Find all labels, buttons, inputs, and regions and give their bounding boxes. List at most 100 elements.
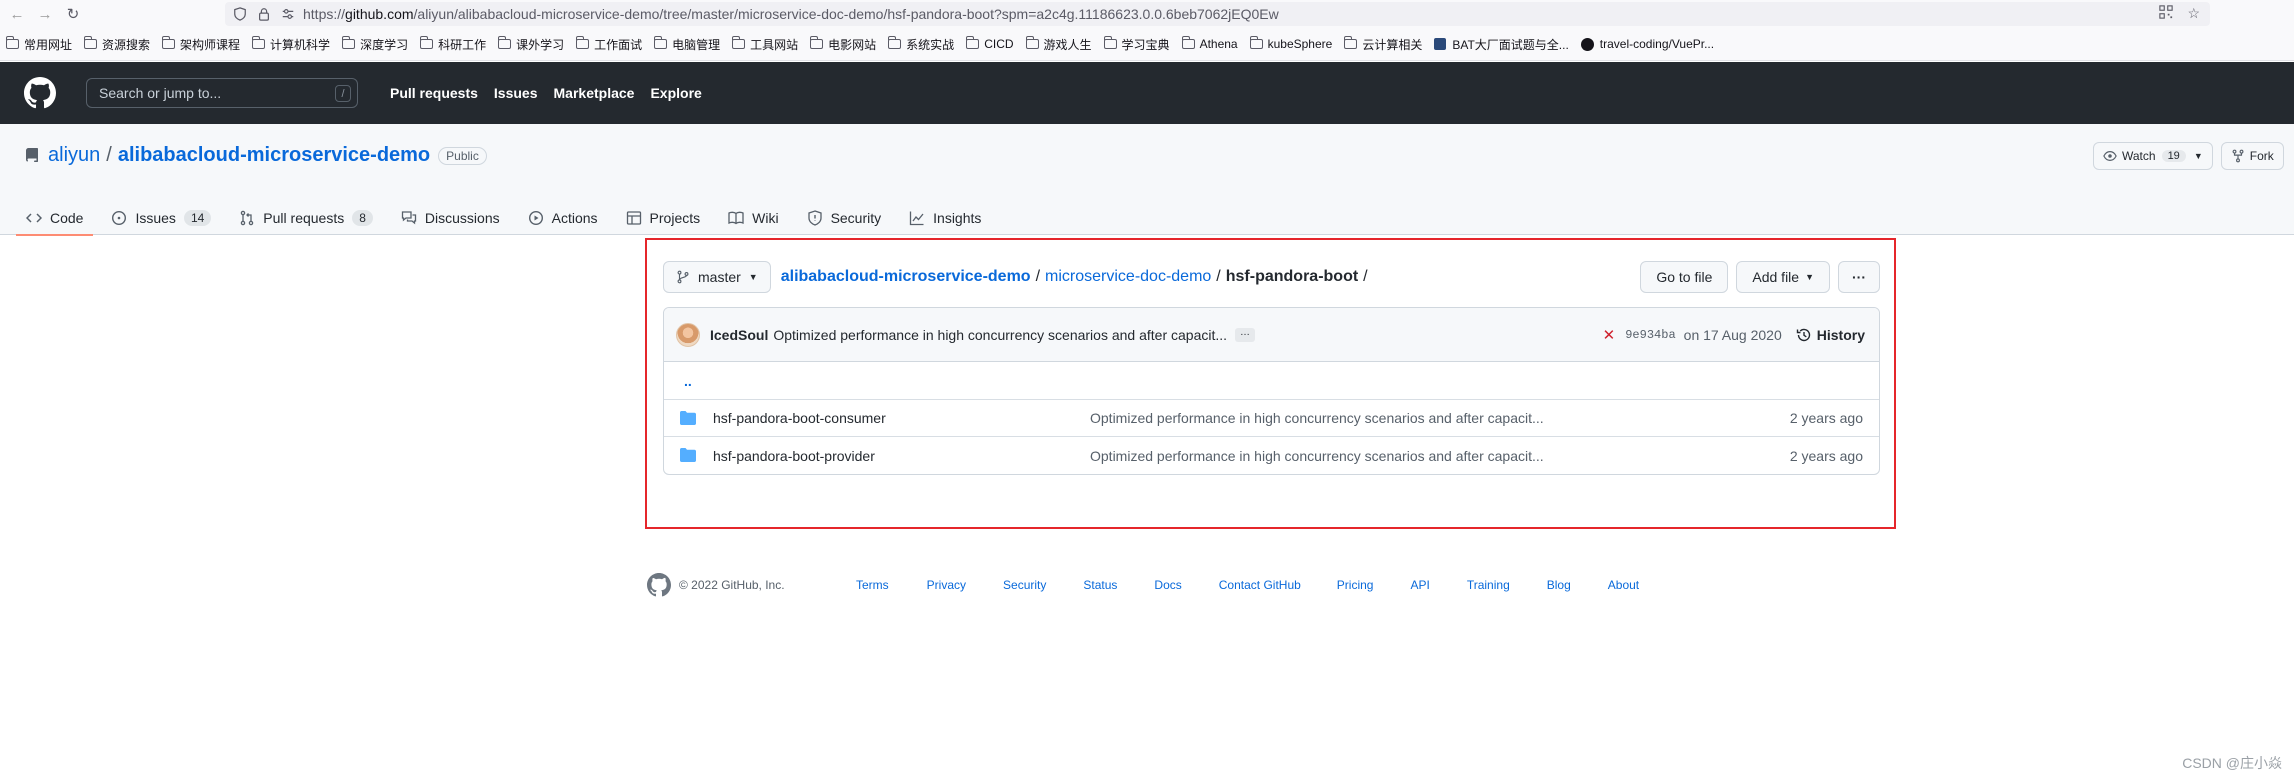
footer-link-training[interactable]: Training [1467, 578, 1510, 592]
chevron-down-icon: ▼ [2193, 151, 2203, 161]
header-nav-issues[interactable]: Issues [494, 85, 538, 101]
header-nav-pull-requests[interactable]: Pull requests [390, 85, 478, 101]
bookmark-folder[interactable]: 课外学习 [498, 36, 564, 53]
bookmark-folder[interactable]: 系统实战 [888, 36, 954, 53]
folder-icon [252, 36, 266, 49]
commit-sha-link[interactable]: 9e934ba [1625, 328, 1675, 342]
tab-wiki[interactable]: Wiki [718, 200, 788, 235]
parent-directory-row[interactable]: .. [664, 362, 1879, 400]
back-icon[interactable]: ← [6, 3, 28, 25]
footer-link-security[interactable]: Security [1003, 578, 1046, 592]
tab-insights[interactable]: Insights [899, 200, 991, 235]
tab-label: Projects [649, 209, 701, 226]
footer-link-blog[interactable]: Blog [1547, 578, 1571, 592]
bookmark-label: CICD [984, 37, 1014, 51]
bookmark-label: kubeSphere [1267, 37, 1333, 51]
bookmark-bat[interactable]: BAT大厂面试题与全... [1434, 36, 1569, 53]
bookmark-folder[interactable]: 工具网站 [732, 36, 798, 53]
x-icon[interactable]: ✕ [1603, 326, 1616, 344]
bookmark-star-icon[interactable]: ☆ [2187, 5, 2200, 22]
footer-copyright: © 2022 GitHub, Inc. [679, 578, 785, 592]
bookmark-folder[interactable]: 计算机科学 [252, 36, 330, 53]
github-favicon-icon [1580, 37, 1594, 51]
bookmark-folder[interactable]: CICD [966, 36, 1014, 51]
url-text[interactable]: https://github.com/aliyun/alibabacloud-m… [303, 6, 1279, 22]
bookmark-folder[interactable]: 电影网站 [810, 36, 876, 53]
repo-icon [25, 147, 38, 162]
qr-code-icon[interactable] [2159, 5, 2174, 22]
forward-icon[interactable]: → [34, 3, 56, 25]
address-bar[interactable]: https://github.com/aliyun/alibabacloud-m… [225, 2, 2210, 26]
branch-select-button[interactable]: master ▼ [663, 261, 771, 293]
tab-issues[interactable]: Issues 14 [101, 200, 221, 235]
breadcrumb-repo-link[interactable]: alibabacloud-microservice-demo [781, 268, 1031, 286]
bookmark-label: 游戏人生 [1043, 37, 1092, 52]
github-logo-icon[interactable] [24, 77, 56, 109]
bookmark-travel-coding[interactable]: travel-coding/VuePr... [1580, 37, 1714, 51]
file-commit-message-link[interactable]: Optimized performance in high concurrenc… [1090, 410, 1544, 426]
footer-link-about[interactable]: About [1608, 578, 1639, 592]
avatar[interactable] [676, 322, 700, 347]
parent-directory-link[interactable]: .. [684, 373, 692, 389]
footer-link-pricing[interactable]: Pricing [1337, 578, 1374, 592]
bookmark-folder[interactable]: 深度学习 [342, 36, 408, 53]
tab-actions[interactable]: Actions [518, 200, 608, 235]
bookmark-label: BAT大厂面试题与全... [1452, 37, 1569, 52]
visibility-badge: Public [438, 146, 487, 165]
reload-icon[interactable]: ↻ [62, 3, 84, 25]
bookmark-folder[interactable]: 科研工作 [420, 36, 486, 53]
tab-discussions[interactable]: Discussions [391, 200, 510, 235]
search-placeholder: Search or jump to... [99, 85, 222, 101]
go-to-file-button[interactable]: Go to file [1640, 261, 1729, 293]
bookmark-folder[interactable]: 学习宝典 [1103, 36, 1170, 53]
file-name-link[interactable]: hsf-pandora-boot-consumer [713, 410, 886, 426]
discussions-icon [401, 210, 417, 224]
header-nav-explore[interactable]: Explore [650, 85, 701, 101]
bookmark-folder[interactable]: 云计算相关 [1344, 36, 1422, 53]
tab-label: Pull requests [263, 209, 345, 226]
bookmarks-bar: 常用网址 资源搜索 架构师课程 计算机科学 深度学习 科研工作 课外学习 工作面… [0, 28, 2294, 61]
file-name-link[interactable]: hsf-pandora-boot-provider [713, 448, 875, 464]
fork-button[interactable]: Fork [2220, 142, 2284, 170]
bookmark-folder[interactable]: 游戏人生 [1025, 36, 1092, 53]
footer-link-docs[interactable]: Docs [1154, 578, 1181, 592]
footer-link-contact[interactable]: Contact GitHub [1219, 578, 1301, 592]
bookmark-folder[interactable]: Athena [1181, 36, 1238, 51]
tab-code[interactable]: Code [16, 200, 94, 236]
add-file-button[interactable]: Add file ▼ [1736, 261, 1830, 293]
history-link[interactable]: History [1796, 327, 1865, 343]
commit-message-link[interactable]: Optimized performance in high concurrenc… [773, 327, 1227, 343]
repo-name-link[interactable]: alibabacloud-microservice-demo [118, 144, 430, 167]
search-input[interactable]: Search or jump to... / [86, 78, 358, 108]
header-nav-marketplace[interactable]: Marketplace [554, 85, 635, 101]
breadcrumb-dir-link[interactable]: microservice-doc-demo [1045, 268, 1211, 286]
bookmark-folder[interactable]: kubeSphere [1249, 36, 1333, 51]
footer-link-api[interactable]: API [1410, 578, 1429, 592]
commit-author-link[interactable]: IcedSoul [710, 327, 768, 343]
bookmark-folder[interactable]: 电脑管理 [654, 36, 720, 53]
folder-icon [498, 36, 512, 49]
repo-owner-link[interactable]: aliyun [48, 144, 100, 167]
watch-button[interactable]: Watch 19 ▼ [2093, 142, 2213, 170]
more-options-button[interactable]: ··· [1838, 261, 1880, 293]
tab-projects[interactable]: Projects [616, 200, 711, 235]
github-logo-icon[interactable] [647, 573, 671, 597]
tab-security[interactable]: Security [797, 200, 892, 235]
bookmark-folder[interactable]: 架构师课程 [162, 36, 240, 53]
pull-request-icon [241, 210, 254, 225]
tab-pull-requests[interactable]: Pull requests 8 [229, 200, 383, 235]
tab-label: Issues [135, 209, 176, 226]
git-branch-icon [677, 270, 689, 284]
footer-link-status[interactable]: Status [1083, 578, 1117, 592]
commit-expand-button[interactable]: … [1235, 327, 1256, 342]
header-nav: Pull requests Issues Marketplace Explore [374, 85, 702, 101]
graph-icon [909, 211, 924, 225]
bookmark-folder[interactable]: 常用网址 [6, 36, 72, 53]
footer-link-terms[interactable]: Terms [856, 578, 889, 592]
url-scheme: https:// [303, 6, 346, 22]
bookmark-folder[interactable]: 工作面试 [576, 36, 642, 53]
footer-link-privacy[interactable]: Privacy [927, 578, 966, 592]
folder-icon [1181, 36, 1195, 49]
file-commit-message-link[interactable]: Optimized performance in high concurrenc… [1090, 448, 1544, 464]
bookmark-folder[interactable]: 资源搜索 [84, 36, 150, 53]
